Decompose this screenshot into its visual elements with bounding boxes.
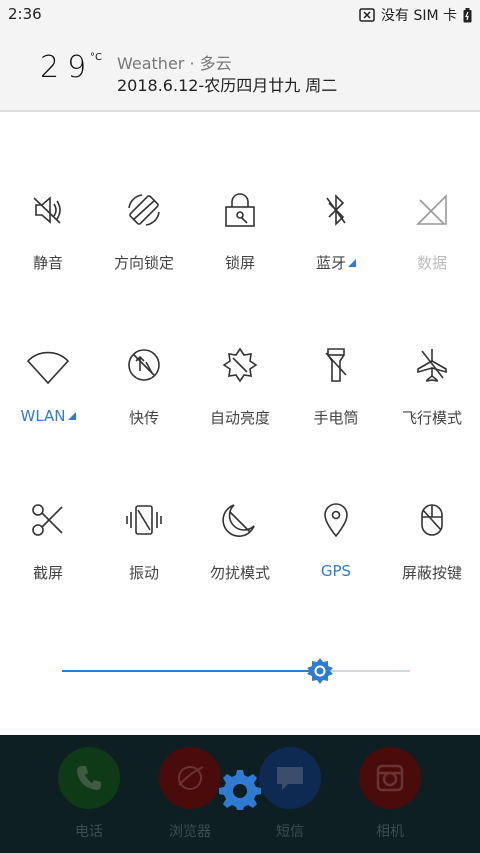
tile-gps[interactable]: GPS (288, 496, 384, 606)
vibrate-icon (120, 496, 168, 544)
tile-block-keys[interactable]: 屏蔽按键 (384, 496, 480, 606)
mobile-data-icon (408, 186, 456, 234)
tile-rotation-lock[interactable]: 方向锁定 (96, 186, 192, 296)
do-not-disturb-icon (216, 496, 264, 544)
tile-do-not-disturb[interactable]: 勿扰模式 (192, 496, 288, 606)
status-right: 没有 SIM 卡 (359, 5, 472, 25)
slider-fill (62, 670, 320, 672)
flashlight-icon (312, 341, 360, 389)
bluetooth-icon (312, 186, 360, 234)
tile-label: 手电筒 (313, 409, 359, 427)
no-sim-icon (359, 8, 375, 22)
camera-icon (376, 764, 404, 792)
status-bar: 2:36 没有 SIM 卡 (0, 0, 480, 28)
brightness-slider[interactable] (62, 658, 410, 684)
dock-app-camera[interactable]: 相机 (345, 747, 435, 841)
message-icon (277, 767, 303, 790)
dock-icon-bg (259, 747, 321, 809)
tile-label: WLAN (20, 407, 66, 425)
settings-gear-icon[interactable] (219, 768, 261, 810)
tile-label: 蓝牙 (315, 254, 346, 272)
tile-quick-transfer[interactable]: 快传 (96, 341, 192, 451)
expand-indicator-icon (348, 259, 356, 267)
tile-mobile-data[interactable]: 数据 (384, 186, 480, 296)
tile-vibrate[interactable]: 振动 (96, 496, 192, 606)
dock-label: 浏览器 (169, 824, 211, 840)
block-keys-icon (408, 496, 456, 544)
tile-wlan[interactable]: WLAN (0, 341, 96, 451)
tile-label: 快传 (128, 409, 159, 427)
tile-mute[interactable]: 静音 (0, 186, 96, 296)
brightness-thumb-icon[interactable] (306, 658, 333, 684)
temperature: 29 (40, 50, 95, 85)
gps-icon (312, 496, 360, 544)
tile-screenshot[interactable]: 截屏 (0, 496, 96, 606)
browser-icon (178, 766, 204, 790)
tile-label: 数据 (416, 254, 447, 272)
auto-brightness-icon (216, 341, 264, 389)
tile-label: 截屏 (32, 564, 63, 582)
dock-icon-bg (58, 747, 120, 809)
temperature-unit: °C (90, 52, 102, 63)
tile-bluetooth[interactable]: 蓝牙 (288, 186, 384, 296)
tile-airplane[interactable]: 飞行模式 (384, 341, 480, 451)
tile-label: 飞行模式 (401, 409, 462, 427)
tile-label: 振动 (128, 564, 159, 582)
dock-icon-bg (359, 747, 421, 809)
tile-label-bluetooth: 蓝牙 (316, 252, 356, 273)
phone-icon (77, 766, 101, 790)
dock-label: 相机 (376, 824, 404, 840)
expand-indicator-icon (67, 412, 76, 420)
tile-flashlight[interactable]: 手电筒 (288, 341, 384, 451)
tile-label: GPS (320, 562, 352, 580)
battery-icon (463, 7, 472, 23)
tile-lock-screen[interactable]: 锁屏 (192, 186, 288, 296)
tile-label: 屏蔽按键 (401, 564, 462, 582)
rotation-lock-icon (120, 186, 168, 234)
tile-label: 静音 (32, 254, 63, 272)
status-time: 2:36 (8, 5, 42, 23)
carrier-text: 没有 SIM 卡 (381, 8, 457, 24)
dock-icon-bg (159, 747, 221, 809)
tile-label: 勿扰模式 (209, 564, 270, 582)
wifi-icon (24, 341, 72, 389)
tile-label: 方向锁定 (113, 254, 174, 272)
dock-app-phone[interactable]: 电话 (44, 747, 134, 841)
lock-screen-icon (216, 186, 264, 234)
quick-transfer-icon (120, 341, 168, 389)
dock-label: 电话 (75, 824, 103, 840)
tile-auto-brightness[interactable]: 自动亮度 (192, 341, 288, 451)
tile-label-wlan: WLAN (20, 407, 76, 425)
mute-icon (24, 186, 72, 234)
weather-header[interactable]: 29 °C Weather · 多云 2018.6.12-农历四月廿九 周二 (0, 28, 480, 112)
screenshot-icon (24, 496, 72, 544)
dock-label: 短信 (276, 824, 304, 840)
date-lunar: 2018.6.12-农历四月廿九 周二 (117, 76, 338, 95)
tile-label: 锁屏 (224, 254, 255, 272)
airplane-icon (408, 341, 456, 389)
tile-label: 自动亮度 (209, 409, 270, 427)
weather-condition: Weather · 多云 (117, 54, 232, 73)
